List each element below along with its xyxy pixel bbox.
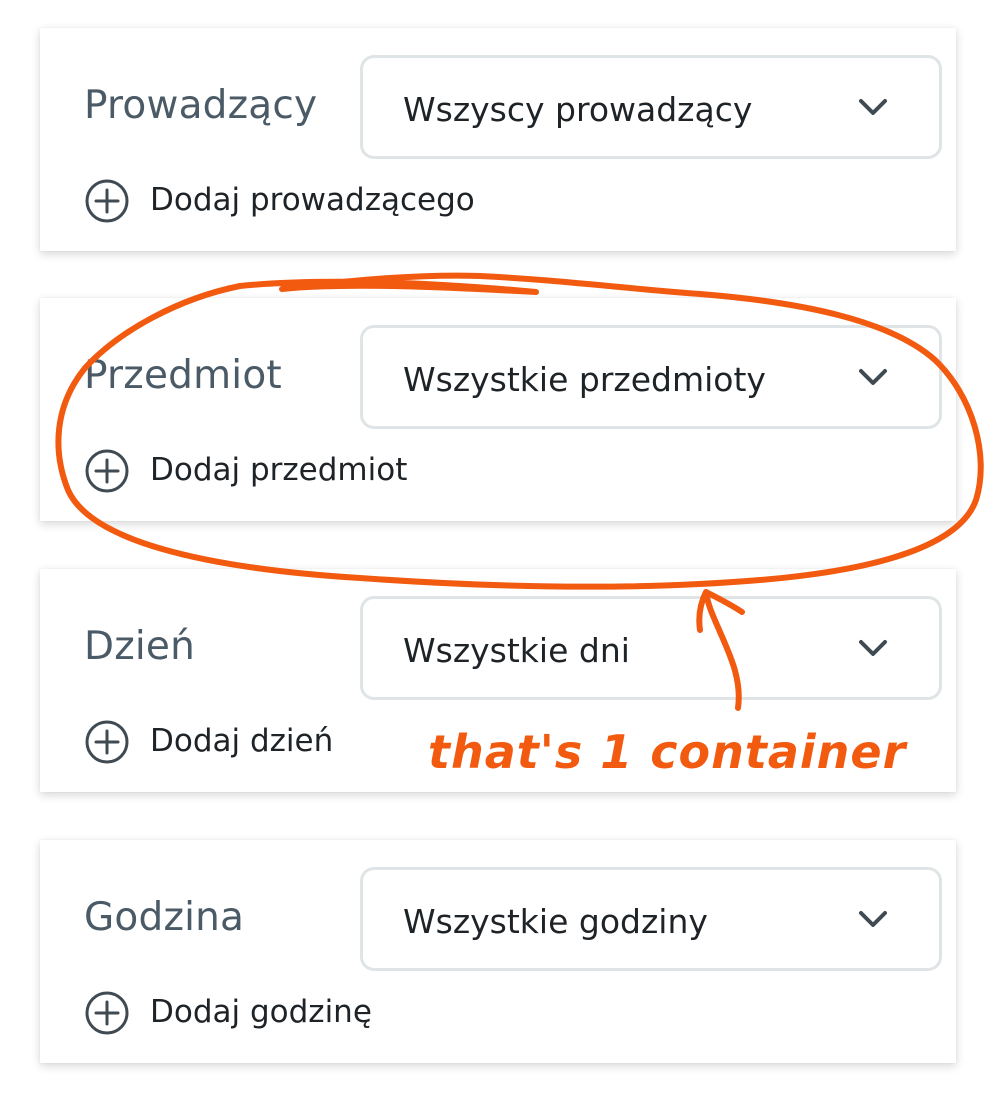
prowadzacy-select[interactable]: Wszyscy prowadzący [360,55,942,159]
dzien-select[interactable]: Wszystkie dni [360,596,942,700]
select-value: Wszystkie przedmioty [403,360,766,399]
filter-panel: Prowadzący Wszyscy prowadzący Dodaj prow… [0,0,1000,1094]
add-link-label: Dodaj dzień [150,723,334,759]
filter-card-dzien: Dzień Wszystkie dni Dodaj dzień [40,569,956,792]
add-link-label: Dodaj godzinę [150,994,372,1030]
add-link-label: Dodaj prowadzącego [150,182,475,218]
filter-label: Godzina [84,895,245,940]
filter-label: Dzień [84,624,196,669]
select-value: Wszyscy prowadzący [403,90,753,129]
plus-circle-icon [85,991,129,1035]
plus-circle-icon [85,449,129,493]
filter-label: Prowadzący [84,83,318,128]
filter-label: Przedmiot [84,353,282,398]
godzina-select[interactable]: Wszystkie godziny [360,867,942,971]
select-value: Wszystkie godziny [403,902,708,941]
chevron-down-icon [859,911,887,927]
przedmiot-select[interactable]: Wszystkie przedmioty [360,325,942,429]
chevron-down-icon [859,369,887,385]
plus-circle-icon [85,720,129,764]
chevron-down-icon [859,99,887,115]
add-link-label: Dodaj przedmiot [150,452,408,488]
filter-card-prowadzacy: Prowadzący Wszyscy prowadzący Dodaj prow… [40,28,956,251]
filter-card-przedmiot: Przedmiot Wszystkie przedmioty Dodaj prz… [40,298,956,521]
select-value: Wszystkie dni [403,631,630,670]
chevron-down-icon [859,640,887,656]
plus-circle-icon [85,179,129,223]
filter-card-godzina: Godzina Wszystkie godziny Dodaj godzinę [40,840,956,1063]
